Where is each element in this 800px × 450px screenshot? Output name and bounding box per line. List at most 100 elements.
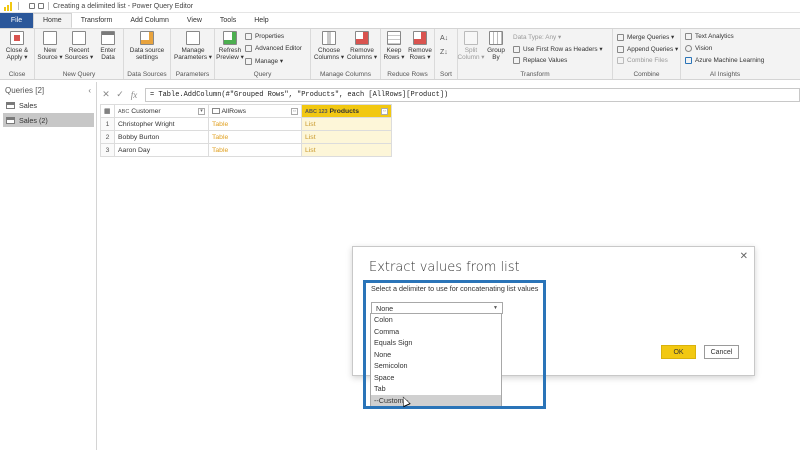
tab-add-column[interactable]: Add Column <box>121 13 178 28</box>
table-icon <box>101 31 115 45</box>
ribbon-tabs: File Home Transform Add Column View Tool… <box>0 13 800 28</box>
tab-transform[interactable]: Transform <box>72 13 122 28</box>
option-semicolon[interactable]: Semicolon <box>371 360 501 372</box>
use-first-row-headers-button[interactable]: Use First Row as Headers ▾ <box>513 45 603 53</box>
filter-dropdown-icon[interactable]: ▾ <box>198 107 205 115</box>
tab-tools[interactable]: Tools <box>211 13 245 28</box>
parameters-icon <box>186 31 200 45</box>
tab-home[interactable]: Home <box>33 13 72 28</box>
close-apply-button[interactable]: Close & Apply ▾ <box>2 31 32 61</box>
tab-help[interactable]: Help <box>245 13 277 28</box>
ok-button[interactable]: OK <box>661 345 696 359</box>
power-bi-logo-icon <box>4 1 14 11</box>
query-item-sales[interactable]: Sales <box>3 98 94 112</box>
vision-button[interactable]: Vision <box>685 45 712 52</box>
enter-data-button[interactable]: Enter Data <box>93 31 123 61</box>
remove-rows-button[interactable]: Remove Rows ▾ <box>405 31 435 61</box>
data-grid: ▦ ABC Customer ▾ AllRows ⇔ ABC 123 Product… <box>100 104 392 157</box>
choose-columns-icon <box>322 31 336 45</box>
group-new-query: New Source ▾ Recent Sources ▾ Enter Data… <box>35 29 124 79</box>
group-parameters: Manage Parameters ▾ Parameters <box>171 29 215 79</box>
remove-columns-icon <box>355 31 369 45</box>
sort-ascending-button[interactable]: A↓ <box>440 35 448 42</box>
chevron-down-icon: ▼ <box>493 305 498 311</box>
azure-ml-button[interactable]: Azure Machine Learning <box>685 57 764 64</box>
option-none[interactable]: None <box>371 349 501 361</box>
option-space[interactable]: Space <box>371 372 501 384</box>
choose-columns-button[interactable]: Choose Columns ▾ <box>314 31 344 61</box>
vision-icon <box>685 45 692 52</box>
data-source-settings-icon <box>140 31 154 45</box>
ribbon: Close & Apply ▾ Close New Source ▾ Recen… <box>0 28 800 80</box>
table-icon <box>6 116 15 124</box>
combine-files-icon <box>617 57 624 64</box>
expand-icon[interactable]: ⇔ <box>381 107 388 115</box>
formula-input[interactable]: = Table.AddColumn(#"Grouped Rows", "Prod… <box>145 87 800 102</box>
dialog-description: Select a delimiter to use for concatenat… <box>371 284 539 293</box>
replace-values-button[interactable]: Replace Values <box>513 57 567 64</box>
table-menu-icon[interactable]: ▦ <box>100 104 115 118</box>
tab-view[interactable]: View <box>178 13 211 28</box>
power-query-editor: Creating a delimited list - Power Query … <box>0 0 800 450</box>
data-type-dropdown[interactable]: Data Type: Any ▾ <box>513 33 561 41</box>
data-source-settings-button[interactable]: Data source settings <box>130 31 164 61</box>
group-reduce-rows: Keep Rows ▾ Remove Rows ▾ Reduce Rows <box>381 29 435 79</box>
advanced-editor-button[interactable]: Advanced Editor <box>245 45 302 52</box>
dialog-title: Extract values from list <box>369 260 520 275</box>
option-comma[interactable]: Comma <box>371 326 501 338</box>
close-icon[interactable]: ✕ <box>740 251 748 262</box>
cancel-button[interactable]: Cancel <box>704 345 739 359</box>
group-sort: A↓ Z↓ Sort <box>435 29 458 79</box>
fx-icon[interactable]: fx <box>127 90 141 100</box>
column-header-allrows[interactable]: AllRows ⇔ <box>208 104 302 118</box>
save-icon[interactable] <box>29 3 35 9</box>
recent-sources-button[interactable]: Recent Sources ▾ <box>64 31 94 61</box>
table-row: 1 Christopher Wright Table List <box>100 117 392 131</box>
check-icon[interactable]: ✓ <box>113 89 127 100</box>
undo-icon[interactable] <box>38 3 44 9</box>
column-header-products[interactable]: ABC 123 Products ⇔ <box>301 104 392 118</box>
manage-button[interactable]: Manage ▾ <box>245 57 283 65</box>
combine-files-button[interactable]: Combine Files <box>617 57 668 64</box>
merge-queries-button[interactable]: Merge Queries ▾ <box>617 33 674 41</box>
properties-button[interactable]: Properties <box>245 33 284 40</box>
sort-descending-icon: Z↓ <box>440 49 448 56</box>
advanced-editor-icon <box>245 45 252 52</box>
refresh-preview-button[interactable]: Refresh Preview ▾ <box>215 31 245 61</box>
group-by-icon <box>489 31 503 45</box>
title-bar: Creating a delimited list - Power Query … <box>0 0 800 13</box>
group-manage-columns: Choose Columns ▾ Remove Columns ▾ Manage… <box>311 29 381 79</box>
group-query: Refresh Preview ▾ Properties Advanced Ed… <box>215 29 311 79</box>
group-by-button[interactable]: Group By <box>481 31 511 61</box>
option-tab[interactable]: Tab <box>371 383 501 395</box>
quick-access-toolbar <box>29 3 44 9</box>
manage-parameters-button[interactable]: Manage Parameters ▾ <box>174 31 212 61</box>
text-analytics-icon <box>685 33 692 40</box>
divider <box>18 2 19 10</box>
column-header-customer[interactable]: ABC Customer ▾ <box>114 104 209 118</box>
query-item-sales-2[interactable]: Sales (2) <box>3 113 94 127</box>
remove-columns-button[interactable]: Remove Columns ▾ <box>347 31 377 61</box>
group-ai-insights: Text Analytics Vision Azure Machine Lear… <box>681 29 769 79</box>
option-colon[interactable]: Colon <box>371 314 501 326</box>
azure-ml-icon <box>685 57 692 64</box>
divider <box>48 2 49 10</box>
tab-file[interactable]: File <box>0 13 33 28</box>
close-apply-icon <box>10 31 24 45</box>
collapse-chevron-icon[interactable]: ‹ <box>88 86 91 95</box>
replace-icon <box>513 57 520 64</box>
refresh-icon <box>223 31 237 45</box>
text-analytics-button[interactable]: Text Analytics <box>685 33 734 40</box>
expand-icon[interactable]: ⇔ <box>291 107 298 115</box>
cancel-icon[interactable]: ✕ <box>99 89 113 100</box>
option-custom[interactable]: --Custom-- <box>371 394 501 406</box>
append-queries-button[interactable]: Append Queries ▾ <box>617 45 678 53</box>
group-close: Close & Apply ▾ Close <box>0 29 35 79</box>
split-column-icon <box>464 31 478 45</box>
merge-icon <box>617 33 624 41</box>
sort-descending-button[interactable]: Z↓ <box>440 49 448 56</box>
group-data-sources: Data source settings Data Sources <box>124 29 171 79</box>
option-equals-sign[interactable]: Equals Sign <box>371 337 501 349</box>
new-source-button[interactable]: New Source ▾ <box>35 31 65 61</box>
window-title: Creating a delimited list - Power Query … <box>53 2 194 10</box>
